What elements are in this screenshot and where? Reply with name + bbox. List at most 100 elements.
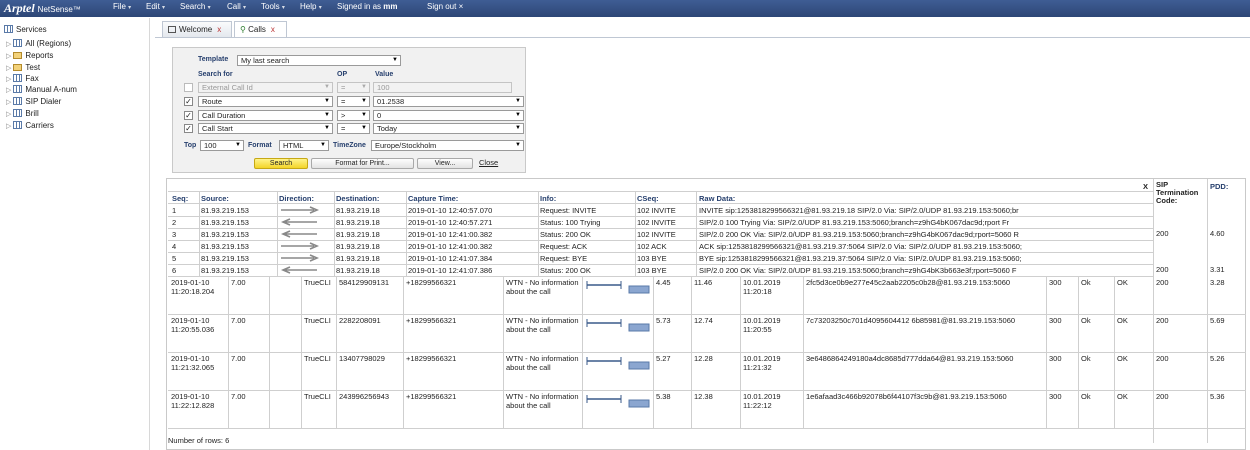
menu-help[interactable]: Help ▾ — [300, 2, 322, 11]
grid-icon — [13, 39, 23, 47]
call-anum-cell: 584129909131 — [339, 278, 390, 287]
call-route-cell: 7.00 — [231, 354, 246, 363]
call-code-cell: 300 — [1049, 392, 1062, 401]
services-tree: Services ▷ All (Regions) ▷ Reports ▷ Test ▷… — [0, 18, 150, 450]
trace-raw-cell: BYE sip:1253818299566321@81.93.219.37:50… — [699, 254, 1022, 263]
arrow-left-icon — [280, 230, 317, 238]
sign-out-link[interactable]: Sign out × — [427, 2, 463, 11]
tree-root-services[interactable]: Services — [4, 25, 47, 34]
field-select[interactable]: External Call Id ▼ — [198, 82, 333, 93]
field-select[interactable]: Call Duration ▼ — [198, 110, 333, 121]
call-note-cell: WTN - No information about the call — [506, 316, 579, 334]
value-select[interactable]: 0 ▼ — [373, 110, 524, 121]
header-pdd: PDD: — [1210, 182, 1229, 191]
close-tab-icon[interactable]: x — [217, 25, 221, 34]
call-carrier-cell: TrueCLI — [304, 316, 331, 325]
phone-search-icon: ⚲ — [240, 25, 246, 34]
op-select[interactable]: = ▼ — [337, 96, 370, 107]
row-count: Number of rows: 6 — [168, 436, 230, 445]
tree-item-sip-dialer[interactable]: ▷ SIP Dialer — [6, 97, 61, 106]
divider — [336, 277, 337, 429]
call-s1-cell: Ok — [1081, 354, 1091, 363]
divider — [1046, 277, 1047, 429]
divider — [1207, 277, 1208, 429]
trace-seq-cell: 2 — [172, 218, 177, 227]
tab-calls[interactable]: ⚲ Calls x — [234, 21, 287, 37]
tree-item-brill[interactable]: ▷ Brill — [6, 109, 39, 118]
checkbox-route[interactable]: ✓ — [184, 97, 193, 106]
call-bnum-cell: +18299566321 — [406, 278, 457, 287]
search-button[interactable]: Search — [254, 158, 308, 169]
tab-welcome[interactable]: Welcome x — [162, 21, 232, 37]
tree-item-fax[interactable]: ▷ Fax — [6, 74, 39, 83]
divider — [538, 191, 539, 277]
trace-close-button[interactable]: X — [1143, 182, 1148, 191]
op-select[interactable]: > ▼ — [337, 110, 370, 121]
call-flow-mini-chart[interactable] — [585, 393, 653, 409]
value-input[interactable]: 100 — [373, 82, 512, 93]
trace-cseq-cell: 102 INVITE — [637, 206, 676, 215]
call-time-cell: 10.01.2019 11:22:12 — [743, 392, 781, 410]
menu-edit[interactable]: Edit ▾ — [146, 2, 165, 11]
trace-info-cell: Request: ACK — [540, 242, 588, 251]
call-s2-cell: OK — [1117, 278, 1128, 287]
value-label: Value — [375, 71, 394, 78]
field-select[interactable]: Call Start ▼ — [198, 123, 333, 134]
tree-item-test[interactable]: ▷ Test — [6, 63, 40, 72]
call-s1-cell: Ok — [1081, 278, 1091, 287]
call-duration-cell: 5.38 — [656, 392, 671, 401]
menu-tools[interactable]: Tools ▾ — [261, 2, 285, 11]
checkbox-external-call-id[interactable] — [184, 83, 193, 92]
template-label: Template — [198, 56, 229, 63]
tree-item-reports[interactable]: ▷ Reports — [6, 51, 53, 60]
trace-info-cell: Status: 100 Trying — [540, 218, 601, 227]
field-select[interactable]: Route ▼ — [198, 96, 333, 107]
tree-item-all-regions[interactable]: ▷ All (Regions) — [6, 39, 71, 48]
call-duration-cell: 4.45 — [656, 278, 671, 287]
trace-dst-cell: 81.93.219.18 — [336, 218, 380, 227]
app-logo: Arptel NetSense™ — [4, 1, 81, 15]
timezone-label: TimeZone — [333, 142, 366, 149]
trace-cseq-cell: 102 INVITE — [637, 230, 676, 239]
trace-raw-cell: ACK sip:1253818299566321@81.93.219.37:50… — [699, 242, 1023, 251]
call-flow-mini-chart[interactable] — [585, 279, 653, 295]
tree-item-carriers[interactable]: ▷ Carriers — [6, 121, 54, 130]
trace-src-cell: 81.93.219.153 — [201, 230, 249, 239]
call-pdd-cell: 5.69 — [1210, 316, 1225, 325]
timezone-select[interactable]: Europe/Stockholm ▼ — [371, 140, 524, 151]
arrow-left-icon — [280, 218, 317, 226]
call-anum-cell: 13407798029 — [339, 354, 385, 363]
call-time-cell: 10.01.2019 11:21:32 — [743, 354, 781, 372]
call-flow-mini-chart[interactable] — [585, 355, 653, 371]
view-button[interactable]: View... — [417, 158, 473, 169]
trace-cseq-cell: 102 ACK — [637, 242, 667, 251]
checkbox-call-duration[interactable]: ✓ — [184, 111, 193, 120]
divider — [301, 277, 302, 429]
checkbox-call-start[interactable]: ✓ — [184, 124, 193, 133]
call-pdd-cell: 5.36 — [1210, 392, 1225, 401]
trace-cseq-cell: 102 INVITE — [637, 218, 676, 227]
value-select[interactable]: 01.2538 ▼ — [373, 96, 524, 107]
divider — [653, 277, 654, 429]
menu-search[interactable]: Search ▾ — [180, 2, 211, 11]
close-tab-icon[interactable]: x — [271, 25, 275, 34]
tree-item-manual-a-num[interactable]: ▷ Manual A-num — [6, 85, 77, 94]
close-link[interactable]: Close — [479, 158, 498, 167]
format-select[interactable]: HTML ▼ — [279, 140, 329, 151]
call-sip-cell: 200 — [1156, 278, 1169, 287]
trace-seq-cell: 6 — [172, 266, 177, 275]
call-flow-mini-chart[interactable] — [585, 317, 653, 333]
template-select[interactable]: My last search ▼ — [237, 55, 401, 66]
op-select[interactable]: = ▼ — [337, 82, 370, 93]
menu-call[interactable]: Call ▾ — [227, 2, 246, 11]
divider — [503, 277, 504, 429]
divider — [168, 191, 1153, 192]
format-for-print-button[interactable]: Format for Print... — [311, 158, 414, 169]
trace-info-cell: Status: 200 OK — [540, 266, 591, 275]
call-start-cell: 2019-01-10 11:20:55.036 — [171, 316, 215, 334]
op-select[interactable]: = ▼ — [337, 123, 370, 134]
top-select[interactable]: 100 ▼ — [200, 140, 244, 151]
divider — [168, 228, 1153, 229]
value-select[interactable]: Today ▼ — [373, 123, 524, 134]
menu-file[interactable]: File ▾ — [113, 2, 131, 11]
